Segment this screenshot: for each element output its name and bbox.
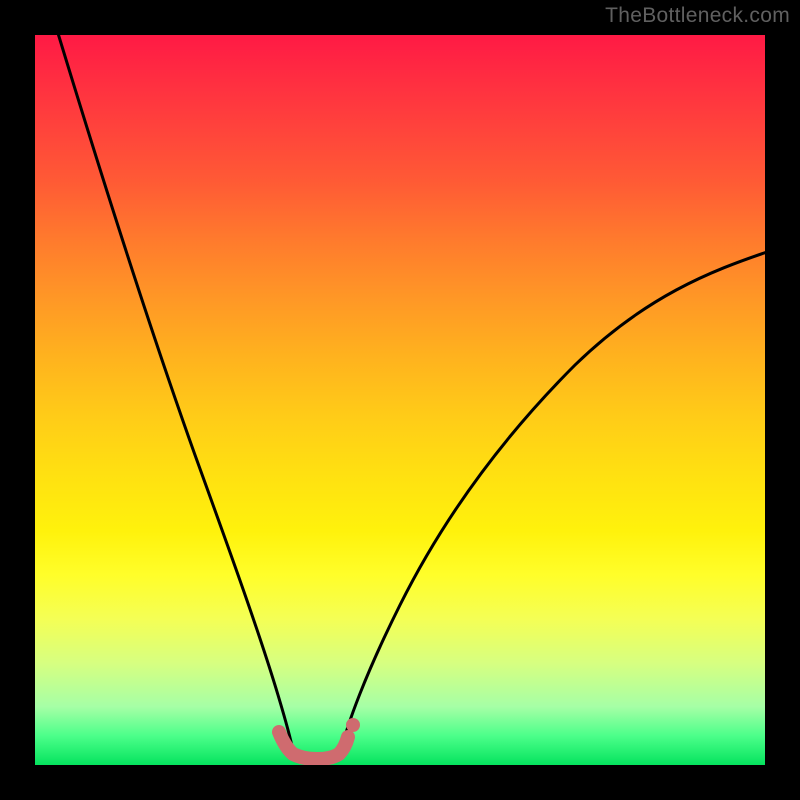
chart-plot-area (35, 35, 765, 765)
bottleneck-curve-right (341, 251, 765, 751)
highlight-end-dot (346, 718, 360, 732)
chart-frame: TheBottleneck.com (0, 0, 800, 800)
bottleneck-curve-left (57, 35, 293, 751)
watermark-text: TheBottleneck.com (605, 4, 790, 28)
chart-svg (35, 35, 765, 765)
